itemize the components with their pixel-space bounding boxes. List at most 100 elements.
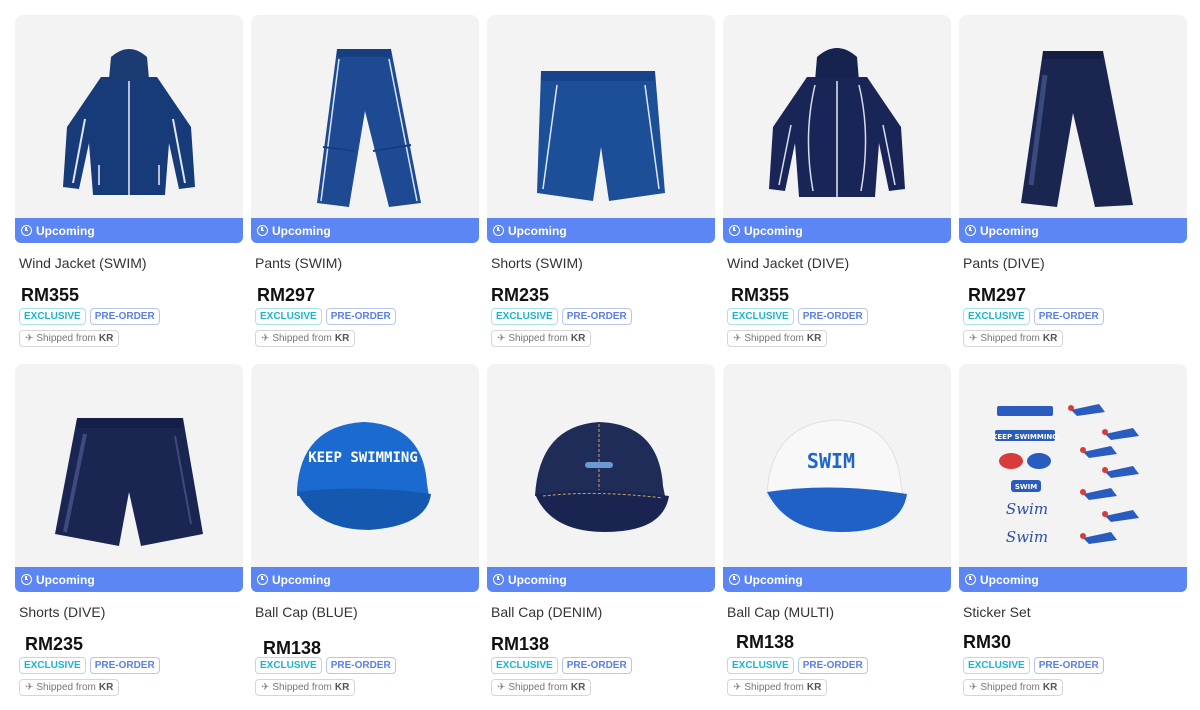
product-image-shorts-dive[interactable] xyxy=(15,364,243,567)
clock-icon xyxy=(21,225,32,236)
cap-print-line-1: KEEP SWIMMING xyxy=(308,450,418,466)
status-bar: Upcoming xyxy=(15,567,243,592)
product-name[interactable]: Pants (DIVE) xyxy=(959,254,1187,272)
status-bar: Upcoming xyxy=(15,218,243,243)
exclusive-tag: EXCLUSIVE xyxy=(255,308,322,325)
product-name[interactable]: Ball Cap (DENIM) xyxy=(487,603,715,621)
status-label: Upcoming xyxy=(980,572,1039,587)
preorder-tag: PRE-ORDER xyxy=(1033,308,1104,325)
plane-icon: ✈ xyxy=(969,333,978,344)
product-name[interactable]: Ball Cap (BLUE) xyxy=(251,603,479,621)
product-price: RM297 xyxy=(968,285,1027,305)
shipped-label: Shipped from xyxy=(508,682,568,693)
sticker-keep-swimming: KEEP SWIMMING xyxy=(992,433,1058,441)
product-name[interactable]: Shorts (SWIM) xyxy=(487,254,715,272)
tag-row: EXCLUSIVE PRE-ORDER xyxy=(251,308,479,325)
product-image-ball-cap-multi[interactable]: SWIM xyxy=(723,364,951,567)
exclusive-tag: EXCLUSIVE xyxy=(255,657,322,674)
status-bar: Upcoming xyxy=(487,218,715,243)
product-image-pants-swim[interactable] xyxy=(251,15,479,218)
product-image-wind-jacket-swim[interactable] xyxy=(15,15,243,218)
product-card[interactable]: SWIM Upcoming Ball Cap (MULTI) RM138 EXC… xyxy=(723,364,951,698)
tag-row: EXCLUSIVE PRE-ORDER xyxy=(723,308,951,325)
product-price: RM30 xyxy=(963,632,1012,652)
sticker-swim-script-1: Swim xyxy=(1006,500,1048,518)
exclusive-tag: EXCLUSIVE xyxy=(491,657,558,674)
sticker-swim: SWIM xyxy=(1015,483,1037,491)
status-bar: Upcoming xyxy=(487,567,715,592)
product-price: RM138 xyxy=(263,638,322,658)
shipped-origin: KR xyxy=(98,333,114,344)
tag-row: EXCLUSIVE PRE-ORDER xyxy=(959,657,1187,674)
status-bar: Upcoming xyxy=(723,218,951,243)
tag-row: EXCLUSIVE PRE-ORDER xyxy=(487,657,715,674)
shipped-label: Shipped from xyxy=(36,333,96,344)
product-name[interactable]: Pants (SWIM) xyxy=(251,254,479,272)
status-bar: Upcoming xyxy=(959,567,1187,592)
preorder-tag: PRE-ORDER xyxy=(325,657,396,674)
product-image-ball-cap-blue[interactable]: KEEP SWIMMING xyxy=(251,364,479,567)
shipping-badge: ✈ Shipped from KR xyxy=(19,330,120,347)
shipping-badge: ✈ Shipped from KR xyxy=(963,679,1064,696)
product-image-pants-dive[interactable] xyxy=(959,15,1187,218)
product-card[interactable]: Upcoming Wind Jacket (SWIM) RM355 EXCLUS… xyxy=(15,15,243,349)
preorder-tag: PRE-ORDER xyxy=(325,308,396,325)
product-card[interactable]: Upcoming Ball Cap (DENIM) RM138 EXCLUSIV… xyxy=(487,364,715,698)
clock-icon xyxy=(965,225,976,236)
product-name[interactable]: Sticker Set xyxy=(959,603,1187,621)
shipped-label: Shipped from xyxy=(36,682,96,693)
tag-row: EXCLUSIVE PRE-ORDER xyxy=(15,657,243,674)
product-image-sticker-set[interactable]: KEEP SWIMMING SWIM Swim Swim xyxy=(959,364,1187,567)
plane-icon: ✈ xyxy=(25,682,34,693)
status-label: Upcoming xyxy=(272,572,331,587)
product-card[interactable]: KEEP SWIMMING SWIM Swim Swim Upcoming St… xyxy=(959,364,1187,698)
clock-icon xyxy=(493,574,504,585)
shipped-origin: KR xyxy=(806,682,822,693)
tag-row: EXCLUSIVE PRE-ORDER xyxy=(15,308,243,325)
product-image-shorts-swim[interactable] xyxy=(487,15,715,218)
product-card[interactable]: Upcoming Shorts (SWIM) RM235 EXCLUSIVE P… xyxy=(487,15,715,349)
product-name[interactable]: Wind Jacket (SWIM) xyxy=(15,254,243,272)
product-card[interactable]: Upcoming Pants (DIVE) RM297 EXCLUSIVE PR… xyxy=(959,15,1187,349)
product-name[interactable]: Ball Cap (MULTI) xyxy=(723,603,951,621)
clock-icon xyxy=(729,225,740,236)
shipped-label: Shipped from xyxy=(272,333,332,344)
product-image-wind-jacket-dive[interactable] xyxy=(723,15,951,218)
product-price: RM235 xyxy=(491,285,550,305)
product-card[interactable]: KEEP SWIMMING Upcoming Ball Cap (BLUE) R… xyxy=(251,364,479,698)
product-card[interactable]: Upcoming Shorts (DIVE) RM235 EXCLUSIVE P… xyxy=(15,364,243,698)
clock-icon xyxy=(21,574,32,585)
shipping-badge: ✈ Shipped from KR xyxy=(963,330,1064,347)
product-card[interactable]: Upcoming Wind Jacket (DIVE) RM355 EXCLUS… xyxy=(723,15,951,349)
product-price: RM355 xyxy=(21,285,80,305)
clock-icon xyxy=(729,574,740,585)
shipped-label: Shipped from xyxy=(980,333,1040,344)
shipped-label: Shipped from xyxy=(744,333,804,344)
product-name[interactable]: Shorts (DIVE) xyxy=(15,603,243,621)
shipped-origin: KR xyxy=(334,333,350,344)
product-price: RM138 xyxy=(736,632,795,652)
exclusive-tag: EXCLUSIVE xyxy=(727,308,794,325)
plane-icon: ✈ xyxy=(733,333,742,344)
tag-row: EXCLUSIVE PRE-ORDER xyxy=(959,308,1187,325)
product-image-ball-cap-denim[interactable] xyxy=(487,364,715,567)
plane-icon: ✈ xyxy=(733,682,742,693)
shipped-origin: KR xyxy=(98,682,114,693)
plane-icon: ✈ xyxy=(261,333,270,344)
preorder-tag: PRE-ORDER xyxy=(561,308,632,325)
shipped-label: Shipped from xyxy=(744,682,804,693)
plane-icon: ✈ xyxy=(497,333,506,344)
clock-icon xyxy=(493,225,504,236)
product-name[interactable]: Wind Jacket (DIVE) xyxy=(723,254,951,272)
exclusive-tag: EXCLUSIVE xyxy=(19,657,86,674)
plane-icon: ✈ xyxy=(25,333,34,344)
preorder-tag: PRE-ORDER xyxy=(797,657,868,674)
status-bar: Upcoming xyxy=(723,567,951,592)
plane-icon: ✈ xyxy=(969,682,978,693)
shipped-origin: KR xyxy=(1042,682,1058,693)
shipped-origin: KR xyxy=(1042,333,1058,344)
product-card[interactable]: Upcoming Pants (SWIM) RM297 EXCLUSIVE PR… xyxy=(251,15,479,349)
shipping-badge: ✈ Shipped from KR xyxy=(19,679,120,696)
preorder-tag: PRE-ORDER xyxy=(89,657,160,674)
status-bar: Upcoming xyxy=(959,218,1187,243)
